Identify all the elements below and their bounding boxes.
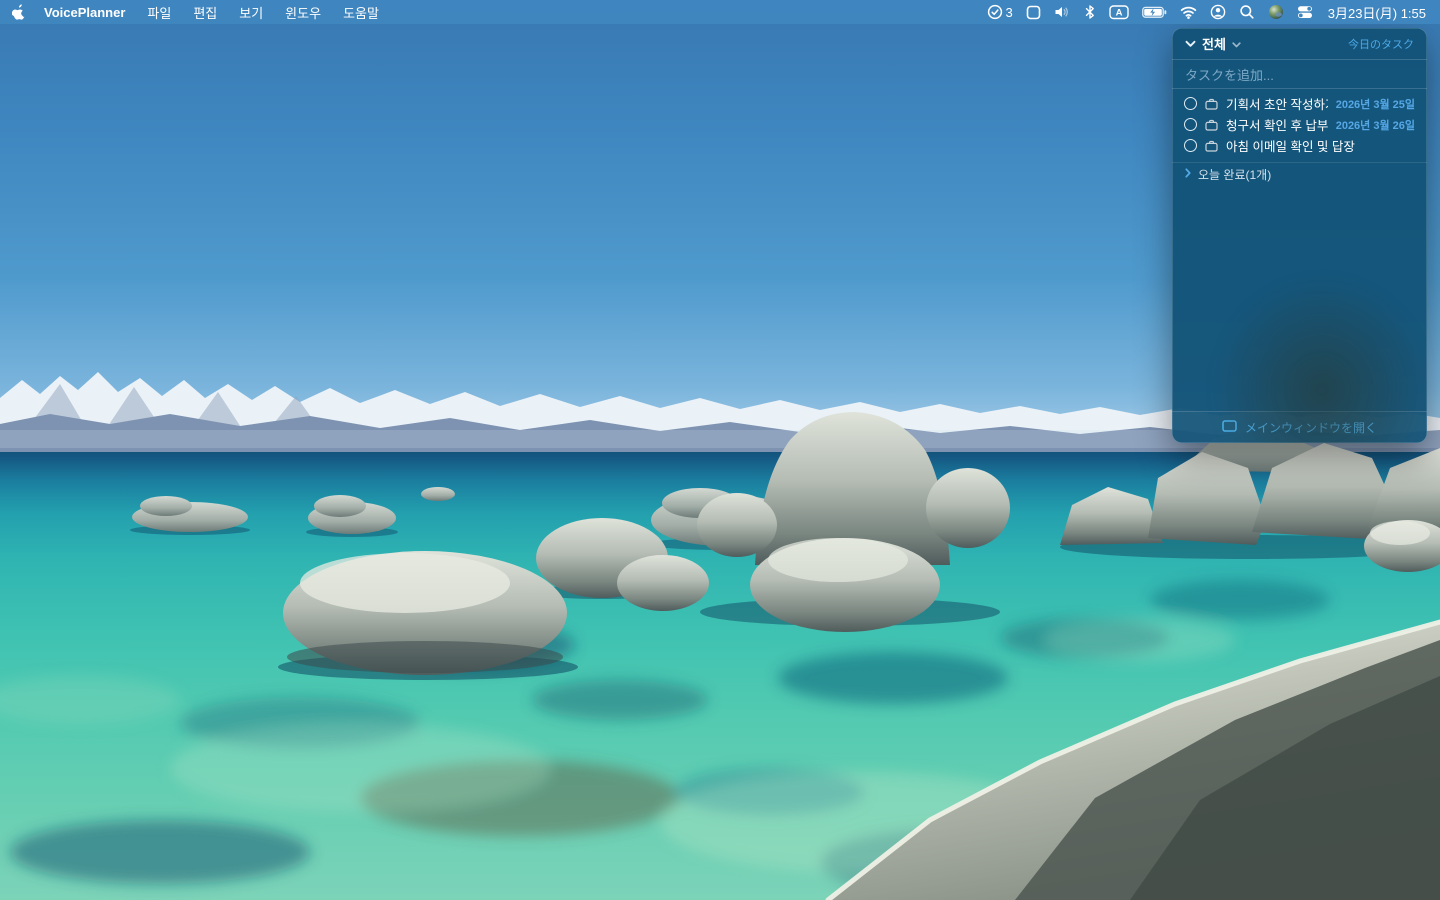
filter-dropdown-chevron-icon[interactable] xyxy=(1232,35,1241,53)
menu-bar: VoicePlanner 파일 편집 보기 윈도우 도움말 3 A xyxy=(0,0,1440,24)
battery-charging-icon[interactable] xyxy=(1142,4,1167,20)
apple-icon xyxy=(12,4,26,20)
task-title: 청구서 확인 후 납부하기 xyxy=(1226,115,1328,134)
menu-edit[interactable]: 편집 xyxy=(193,3,217,22)
task-checkbox[interactable] xyxy=(1184,97,1197,110)
menubar-status-area: 3 A 3月23日(月) 1:55 xyxy=(987,3,1427,22)
task-checkbox[interactable] xyxy=(1184,118,1197,131)
blurred-wallpaper-smudge xyxy=(1212,275,1427,443)
collapse-chevron-icon[interactable] xyxy=(1185,35,1196,53)
input-source-icon[interactable]: A xyxy=(1109,4,1129,20)
task-title: 아침 이메일 확인 및 답장 xyxy=(1226,136,1407,155)
briefcase-icon xyxy=(1205,98,1218,110)
completed-label: 오늘 완료(1개) xyxy=(1198,166,1271,183)
wifi-icon[interactable] xyxy=(1180,5,1197,19)
add-task-input[interactable]: タスクを追加... xyxy=(1172,60,1427,88)
user-icon[interactable] xyxy=(1210,4,1226,20)
window-status-icon[interactable] xyxy=(1026,5,1041,20)
task-due-date: 2026년 3월 25일 xyxy=(1336,96,1415,112)
task-list: 기획서 초안 작성하기 2026년 3월 25일 청구서 확인 후 납부하기 2… xyxy=(1172,89,1427,162)
briefcase-icon xyxy=(1205,140,1218,152)
menu-view[interactable]: 보기 xyxy=(239,3,263,22)
app-globe-icon[interactable] xyxy=(1268,4,1284,20)
task-title: 기획서 초안 작성하기 xyxy=(1226,94,1328,113)
task-row[interactable]: 청구서 확인 후 납부하기 2026년 3월 26일 xyxy=(1172,114,1427,135)
app-menus: 파일 편집 보기 윈도우 도움말 xyxy=(147,3,379,22)
completed-toggle[interactable]: 오늘 완료(1개) xyxy=(1172,163,1427,185)
check-circle-icon xyxy=(987,4,1003,20)
popover-empty-area xyxy=(1172,185,1427,411)
popover-header: 전체 今日のタスク xyxy=(1172,28,1427,59)
task-row[interactable]: 아침 이메일 확인 및 답장 xyxy=(1172,135,1427,156)
menu-file[interactable]: 파일 xyxy=(147,3,171,22)
chevron-right-icon xyxy=(1185,167,1191,181)
app-menu-title[interactable]: VoicePlanner xyxy=(44,5,125,20)
filter-title[interactable]: 전체 xyxy=(1202,34,1226,53)
today-tasks-link[interactable]: 今日のタスク xyxy=(1348,36,1414,52)
control-center-icon[interactable] xyxy=(1297,4,1313,20)
menu-help[interactable]: 도움말 xyxy=(343,3,379,22)
task-due-date: 2026년 3월 26일 xyxy=(1336,117,1415,133)
bluetooth-icon[interactable] xyxy=(1084,4,1096,20)
task-count-status[interactable]: 3 xyxy=(987,4,1013,20)
svg-text:A: A xyxy=(1115,8,1122,19)
task-count-label: 3 xyxy=(1006,5,1013,20)
task-row[interactable]: 기획서 초안 작성하기 2026년 3월 25일 xyxy=(1172,93,1427,114)
task-checkbox[interactable] xyxy=(1184,139,1197,152)
apple-menu[interactable] xyxy=(12,4,26,20)
volume-icon[interactable] xyxy=(1054,4,1071,20)
menubar-clock[interactable]: 3月23日(月) 1:55 xyxy=(1328,3,1426,22)
search-icon[interactable] xyxy=(1239,4,1255,20)
voiceplanner-popover: 전체 今日のタスク タスクを追加... 기획서 초안 작성하기 2026년 3월… xyxy=(1172,28,1427,443)
menu-window[interactable]: 윈도우 xyxy=(285,3,321,22)
briefcase-icon xyxy=(1205,119,1218,131)
